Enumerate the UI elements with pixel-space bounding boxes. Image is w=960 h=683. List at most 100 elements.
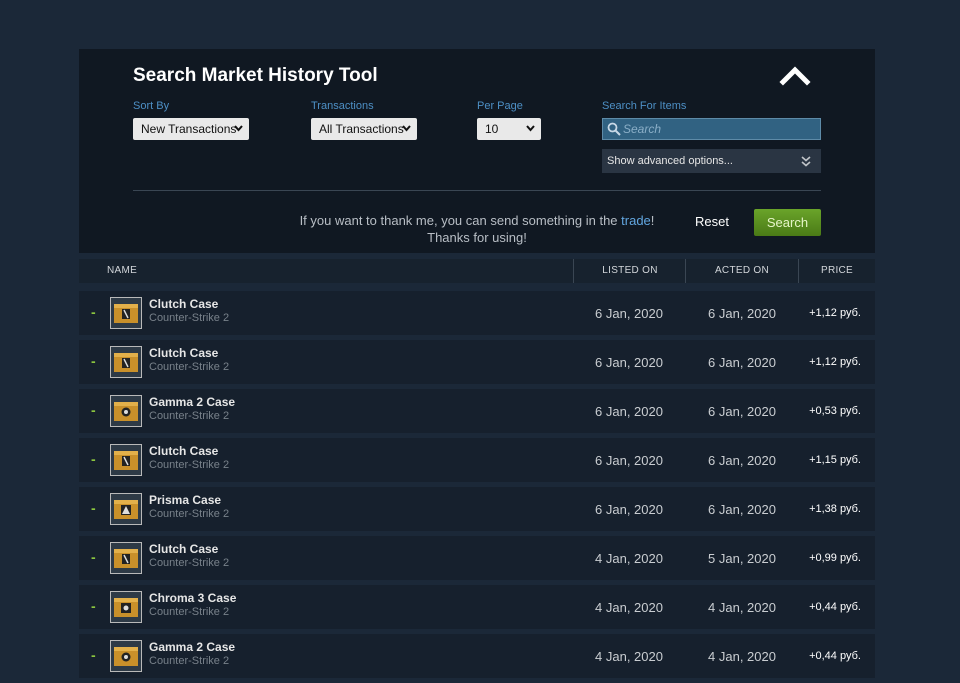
listed-date: 6 Jan, 2020: [595, 453, 663, 468]
item-thumbnail[interactable]: [110, 346, 142, 378]
row-marker: -: [91, 549, 96, 565]
chevron-up-icon: [779, 66, 811, 86]
item-game: Counter-Strike 2: [149, 557, 230, 569]
listed-date: 6 Jan, 2020: [595, 502, 663, 517]
acted-date: 6 Jan, 2020: [708, 502, 776, 517]
item-price: +1,15 руб.: [809, 454, 861, 466]
clutch-case-icon: [114, 353, 138, 372]
search-field[interactable]: [602, 118, 821, 140]
item-game: Counter-Strike 2: [149, 508, 230, 520]
thanks-text: If you want to thank me, you can send so…: [299, 213, 622, 228]
row-marker: -: [91, 598, 96, 614]
table-row[interactable]: - Gamma 2 Case Counter-Strike 2 4 Jan, 2…: [79, 634, 875, 678]
item-price: +1,12 руб.: [809, 307, 861, 319]
header-name[interactable]: NAME: [107, 259, 137, 283]
item-name[interactable]: Clutch Case: [149, 297, 218, 311]
table-row[interactable]: - Prisma Case Counter-Strike 2 6 Jan, 20…: [79, 487, 875, 531]
acted-date: 6 Jan, 2020: [708, 404, 776, 419]
header-acted-on[interactable]: ACTED ON: [686, 259, 798, 283]
per-page-select[interactable]: 10: [477, 118, 541, 140]
gamma-case-icon: [114, 402, 138, 421]
item-thumbnail[interactable]: [110, 640, 142, 672]
per-page-value: 10: [485, 122, 499, 136]
item-name[interactable]: Chroma 3 Case: [149, 591, 236, 605]
trade-link[interactable]: trade: [621, 213, 651, 228]
row-marker: -: [91, 304, 96, 320]
item-price: +1,38 руб.: [809, 503, 861, 515]
clutch-case-icon: [114, 451, 138, 470]
sort-by-select[interactable]: New Transactions: [133, 118, 249, 140]
row-marker: -: [91, 500, 96, 516]
item-name[interactable]: Gamma 2 Case: [149, 395, 235, 409]
search-items-label: Search For Items: [602, 100, 687, 112]
item-game: Counter-Strike 2: [149, 361, 230, 373]
item-name[interactable]: Gamma 2 Case: [149, 640, 235, 654]
listed-date: 4 Jan, 2020: [595, 600, 663, 615]
table-row[interactable]: - Clutch Case Counter-Strike 2 6 Jan, 20…: [79, 340, 875, 384]
item-thumbnail[interactable]: [110, 591, 142, 623]
thanks-line2: Thanks for using!: [427, 230, 527, 245]
sort-by-value: New Transactions: [141, 122, 237, 136]
clutch-case-icon: [114, 549, 138, 568]
clutch-case-icon: [114, 304, 138, 323]
table-row[interactable]: - Clutch Case Counter-Strike 2 6 Jan, 20…: [79, 291, 875, 335]
prisma-case-icon: [114, 500, 138, 519]
thanks-message: If you want to thank me, you can send so…: [299, 212, 655, 246]
acted-date: 4 Jan, 2020: [708, 649, 776, 664]
item-price: +0,99 руб.: [809, 552, 861, 564]
row-marker: -: [91, 451, 96, 467]
listed-date: 6 Jan, 2020: [595, 306, 663, 321]
acted-date: 6 Jan, 2020: [708, 306, 776, 321]
gamma-case-icon: [114, 647, 138, 666]
search-icon: [607, 122, 621, 136]
item-price: +1,12 руб.: [809, 356, 861, 368]
listed-date: 4 Jan, 2020: [595, 649, 663, 664]
search-input[interactable]: [623, 119, 813, 139]
item-thumbnail[interactable]: [110, 542, 142, 574]
table-row[interactable]: - Chroma 3 Case Counter-Strike 2 4 Jan, …: [79, 585, 875, 629]
item-thumbnail[interactable]: [110, 493, 142, 525]
header-price[interactable]: PRICE: [799, 259, 875, 283]
listed-date: 4 Jan, 2020: [595, 551, 663, 566]
history-list: - Clutch Case Counter-Strike 2 6 Jan, 20…: [79, 291, 875, 683]
chevron-down-icon: [234, 125, 243, 132]
double-chevron-down-icon: [801, 156, 811, 167]
item-thumbnail[interactable]: [110, 395, 142, 427]
table-header: NAME LISTED ON ACTED ON PRICE: [79, 259, 875, 283]
item-game: Counter-Strike 2: [149, 312, 230, 324]
chevron-down-icon: [402, 125, 411, 132]
chroma-case-icon: [114, 598, 138, 617]
search-panel: Search Market History Tool Sort By New T…: [79, 49, 875, 253]
transactions-label: Transactions: [311, 100, 374, 112]
advanced-options-toggle[interactable]: Show advanced options...: [602, 149, 821, 173]
header-listed-on[interactable]: LISTED ON: [574, 259, 686, 283]
row-marker: -: [91, 353, 96, 369]
per-page-label: Per Page: [477, 100, 523, 112]
item-game: Counter-Strike 2: [149, 606, 230, 618]
listed-date: 6 Jan, 2020: [595, 404, 663, 419]
reset-button[interactable]: Reset: [687, 209, 737, 235]
acted-date: 4 Jan, 2020: [708, 600, 776, 615]
table-row[interactable]: - Clutch Case Counter-Strike 2 4 Jan, 20…: [79, 536, 875, 580]
item-name[interactable]: Prisma Case: [149, 493, 221, 507]
item-name[interactable]: Clutch Case: [149, 346, 218, 360]
item-price: +0,44 руб.: [809, 650, 861, 662]
transactions-select[interactable]: All Transactions: [311, 118, 417, 140]
collapse-button[interactable]: [778, 61, 812, 87]
item-thumbnail[interactable]: [110, 297, 142, 329]
item-price: +0,44 руб.: [809, 601, 861, 613]
item-game: Counter-Strike 2: [149, 410, 230, 422]
item-name[interactable]: Clutch Case: [149, 542, 218, 556]
acted-date: 6 Jan, 2020: [708, 453, 776, 468]
item-thumbnail[interactable]: [110, 444, 142, 476]
acted-date: 5 Jan, 2020: [708, 551, 776, 566]
item-game: Counter-Strike 2: [149, 459, 230, 471]
search-button[interactable]: Search: [754, 209, 821, 236]
item-name[interactable]: Clutch Case: [149, 444, 218, 458]
divider: [133, 190, 821, 191]
table-row[interactable]: - Clutch Case Counter-Strike 2 6 Jan, 20…: [79, 438, 875, 482]
table-row[interactable]: - Gamma 2 Case Counter-Strike 2 6 Jan, 2…: [79, 389, 875, 433]
item-game: Counter-Strike 2: [149, 655, 230, 667]
advanced-options-label: Show advanced options...: [607, 155, 733, 167]
page-title: Search Market History Tool: [133, 65, 378, 86]
